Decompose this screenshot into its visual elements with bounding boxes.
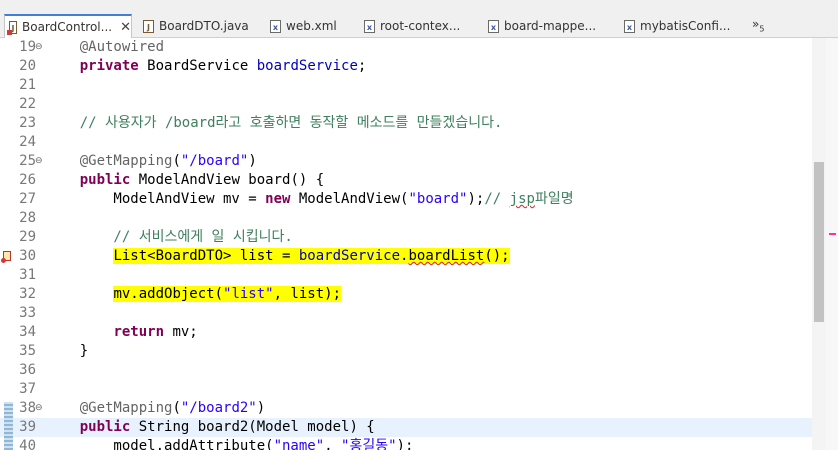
code-line: 19 ⊖ @Autowired: [0, 38, 812, 57]
code-line: 32 mv.addObject("list", list);: [0, 285, 812, 304]
tab-boardcontroller[interactable]: J BoardControl... ✕: [4, 14, 132, 38]
code-text: @Autowired: [46, 39, 165, 55]
line-number: 27: [19, 191, 36, 207]
tab-boarddto[interactable]: J BoardDTO.java: [143, 14, 249, 38]
line-number: 26: [19, 172, 36, 188]
code-line: 26 public ModelAndView board() {: [0, 171, 812, 190]
line-number: 21: [19, 77, 36, 93]
line-number: 25: [19, 153, 36, 169]
code-line: 33: [0, 304, 812, 323]
code-line: 21: [0, 76, 812, 95]
quick-fix-error-icon[interactable]: [1, 251, 11, 263]
line-number: 34: [19, 324, 36, 340]
scrollbar-thumb[interactable]: [814, 162, 824, 322]
quick-diff-change-bar: [4, 402, 13, 450]
code-line: 37: [0, 380, 812, 399]
tab-label: BoardDTO.java: [159, 19, 249, 33]
code-text: public ModelAndView board() {: [79, 172, 325, 188]
code-line: 30 List<BoardDTO> list = boardService.bo…: [0, 247, 812, 266]
fold-collapse-icon[interactable]: ⊖: [35, 399, 43, 418]
fold-collapse-icon[interactable]: ⊖: [35, 38, 43, 57]
close-icon[interactable]: ✕: [120, 20, 131, 35]
xml-file-icon: x: [364, 19, 375, 33]
code-line: 36: [0, 361, 812, 380]
error-marker[interactable]: [829, 233, 836, 235]
tab-overflow-button[interactable]: »5: [752, 17, 764, 33]
line-number: 32: [19, 286, 36, 302]
code-line: 28: [0, 209, 812, 228]
tab-label: board-mappe...: [504, 19, 597, 33]
code-line: 20 private BoardService boardService;: [0, 57, 812, 76]
editor-tab-bar: J BoardControl... ✕ J BoardDTO.java x we…: [0, 0, 838, 38]
code-line: 24: [0, 133, 812, 152]
xml-file-icon: x: [488, 19, 499, 33]
code-comment: // 사용자가 /board라고 호출하면 동작할 메소드를 만들겠습니다.: [46, 115, 503, 131]
line-number: 36: [19, 362, 36, 378]
code-line: 34 return mv;: [0, 323, 812, 342]
code-line: 29 // 서비스에게 일 시킵니다.: [0, 228, 812, 247]
line-number: 23: [19, 115, 36, 131]
tab-root-context[interactable]: x root-contex...: [364, 14, 460, 38]
code-editor[interactable]: 19 ⊖ @Autowired 20 private BoardService …: [0, 38, 812, 450]
fold-collapse-icon[interactable]: ⊖: [35, 152, 43, 171]
line-number: 19: [19, 39, 36, 55]
code-line: 38 ⊖ @GetMapping("/board2"): [0, 399, 812, 418]
line-number: 37: [19, 381, 36, 397]
line-number: 30: [19, 248, 36, 264]
xml-file-icon: x: [270, 19, 281, 33]
line-number: 38: [19, 400, 36, 416]
line-number: 33: [19, 305, 36, 321]
code-comment: // 서비스에게 일 시킵니다.: [46, 229, 293, 245]
line-number: 20: [19, 58, 36, 74]
code-text: private BoardService boardService;: [79, 58, 367, 74]
code-line: 27 ModelAndView mv = new ModelAndView("b…: [0, 190, 812, 209]
code-line: 23 // 사용자가 /board라고 호출하면 동작할 메소드를 만들겠습니다…: [0, 114, 812, 133]
code-line: 25 ⊖ @GetMapping("/board"): [0, 152, 812, 171]
line-number: 24: [19, 134, 36, 150]
tab-web-xml[interactable]: x web.xml: [270, 14, 337, 38]
code-text: return mv;: [113, 324, 198, 340]
line-number: 29: [19, 229, 36, 245]
tab-board-mapper[interactable]: x board-mappe...: [488, 14, 596, 38]
code-line: 35 }: [0, 342, 812, 361]
code-line: 40 model.addAttribute("name", "홍길동");: [0, 437, 812, 450]
code-text: ModelAndView mv = new ModelAndView("boar…: [46, 191, 574, 207]
line-number: 31: [19, 267, 36, 283]
code-text: }: [46, 343, 89, 359]
tab-label: root-contex...: [380, 19, 461, 33]
java-file-icon: J: [143, 19, 154, 33]
line-number: 28: [19, 210, 36, 226]
code-text: mv.addObject("list", list);: [113, 286, 342, 302]
tab-label: mybatisConfi...: [640, 19, 731, 33]
line-number: 22: [19, 96, 36, 112]
code-text: @GetMapping("/board"): [79, 153, 257, 169]
code-text: model.addAttribute("name", "홍길동");: [46, 438, 414, 450]
line-number: 39: [19, 419, 36, 435]
tab-label: web.xml: [286, 19, 337, 33]
code-line: 31: [0, 266, 812, 285]
tab-label: BoardControl...: [22, 20, 113, 34]
overview-ruler[interactable]: [826, 38, 838, 450]
current-code-line: 39 public String board2(Model model) {: [0, 418, 812, 437]
code-line: 22: [0, 95, 812, 114]
tab-mybatis-config[interactable]: x mybatisConfi...: [624, 14, 730, 38]
code-text: List<BoardDTO> list = boardService.board…: [113, 248, 510, 264]
code-text: public String board2(Model model) {: [79, 419, 375, 435]
vertical-scrollbar[interactable]: [812, 38, 826, 450]
xml-file-icon: x: [624, 19, 635, 33]
java-file-error-icon: J: [7, 20, 17, 35]
line-number: 35: [19, 343, 36, 359]
code-text: @GetMapping("/board2"): [79, 400, 266, 416]
overflow-count: 5: [759, 24, 765, 34]
line-number: 40: [19, 438, 36, 450]
